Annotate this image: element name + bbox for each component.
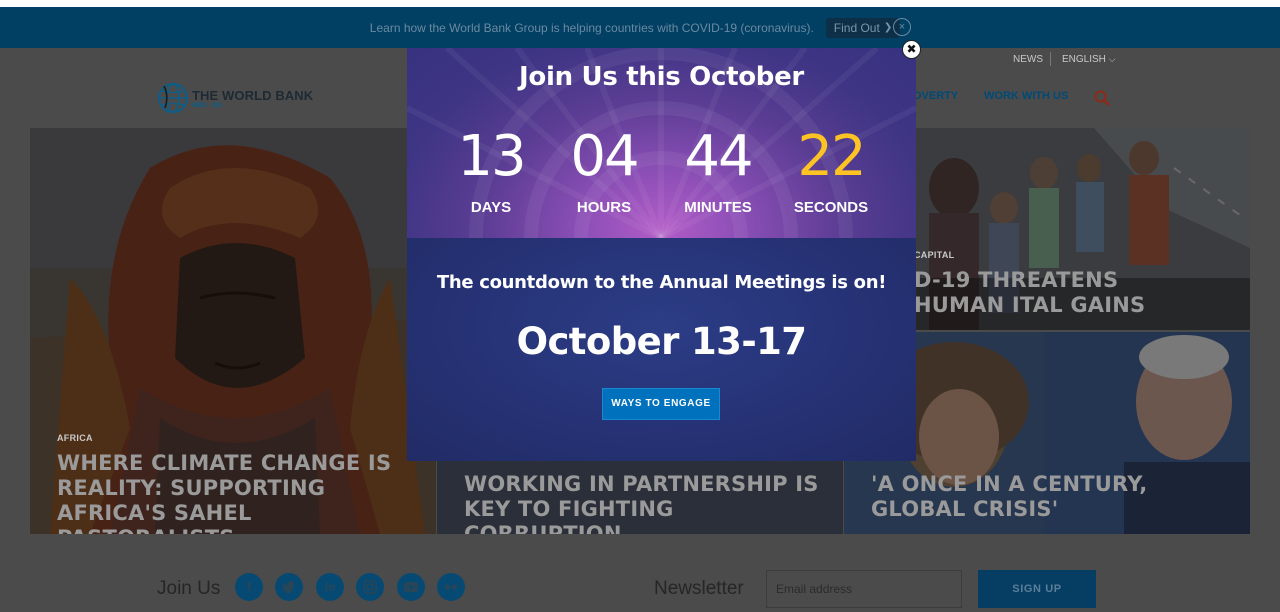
countdown-minutes-value: 44	[684, 124, 753, 189]
countdown-days-value: 13	[457, 124, 526, 189]
tile-category: AFRICA	[57, 433, 93, 443]
countdown-seconds-label: SECONDS	[793, 199, 869, 216]
search-icon[interactable]	[1094, 90, 1110, 111]
join-us-label: Join Us	[157, 578, 221, 599]
logo-subtitle: IBRD · IDA	[192, 102, 223, 109]
news-link[interactable]: NEWS	[1013, 54, 1043, 65]
modal-close-icon[interactable]: ✖	[902, 40, 921, 59]
tile-title: D-19 THREATENS HUMAN ITAL GAINS	[914, 268, 1146, 317]
ways-to-engage-button[interactable]: WAYS TO ENGAGE	[602, 388, 720, 420]
tile-category: CAPITAL	[914, 250, 955, 260]
hero-tile-africa[interactable]: AFRICA WHERE CLIMATE CHANGE IS REALITY: …	[30, 128, 436, 534]
find-out-label: Find Out	[833, 20, 880, 35]
language-label: ENGLISH	[1062, 54, 1106, 65]
countdown-hours-label: HOURS	[576, 199, 632, 216]
youtube-icon[interactable]	[397, 573, 425, 601]
chevron-right-icon: ❯	[883, 22, 893, 33]
newsletter-label: Newsletter	[654, 578, 744, 599]
tile-title: WHERE CLIMATE CHANGE IS REALITY: SUPPORT…	[57, 451, 392, 534]
nav-item-work-with-us[interactable]: WORK WITH US	[984, 90, 1068, 102]
find-out-button[interactable]: Find Out ❯	[825, 17, 901, 38]
modal-title: Join Us this October	[519, 62, 804, 92]
flickr-icon[interactable]	[437, 573, 465, 601]
modal-date: October 13-17	[516, 320, 807, 363]
chevron-down-icon: ⌵	[1108, 54, 1116, 64]
logo-title: THE WORLD BANK	[192, 87, 314, 103]
countdown-seconds-value: 22	[797, 124, 866, 189]
covid-banner: Learn how the World Bank Group is helpin…	[0, 7, 1280, 48]
browser-top-strip	[0, 0, 1280, 7]
countdown-hours-value: 04	[570, 124, 639, 189]
nav-item-poverty[interactable]: OVERTY	[913, 90, 958, 102]
globe-logo-icon	[158, 83, 188, 113]
facebook-icon[interactable]: f	[235, 573, 263, 601]
covid-banner-text: Learn how the World Bank Group is helpin…	[369, 20, 814, 35]
world-bank-logo[interactable]: THE WORLD BANK IBRD · IDA	[157, 82, 313, 114]
util-divider	[1050, 52, 1051, 66]
sign-up-button[interactable]: SIGN UP	[978, 570, 1096, 608]
instagram-icon[interactable]	[356, 573, 384, 601]
countdown-days-label: DAYS	[470, 199, 512, 216]
banner-close-icon[interactable]: ×	[893, 18, 911, 36]
countdown-minutes-label: MINUTES	[684, 199, 752, 216]
modal-subtitle: The countdown to the Annual Meetings is …	[436, 272, 887, 293]
language-selector[interactable]: ENGLISH ⌵	[1062, 54, 1116, 65]
page: Learn how the World Bank Group is helpin…	[0, 0, 1280, 612]
tile-title: 'A ONCE IN A CENTURY, GLOBAL CRISIS'	[871, 472, 1148, 521]
twitter-icon[interactable]	[275, 573, 303, 601]
tile-title: WORKING IN PARTNERSHIP IS KEY TO FIGHTIN…	[464, 472, 819, 534]
linkedin-icon[interactable]: in	[316, 573, 344, 601]
email-input[interactable]: Email address	[766, 570, 962, 608]
annual-meetings-modal: Join Us this October 13 DAYS 04 HOURS 44…	[407, 48, 916, 461]
